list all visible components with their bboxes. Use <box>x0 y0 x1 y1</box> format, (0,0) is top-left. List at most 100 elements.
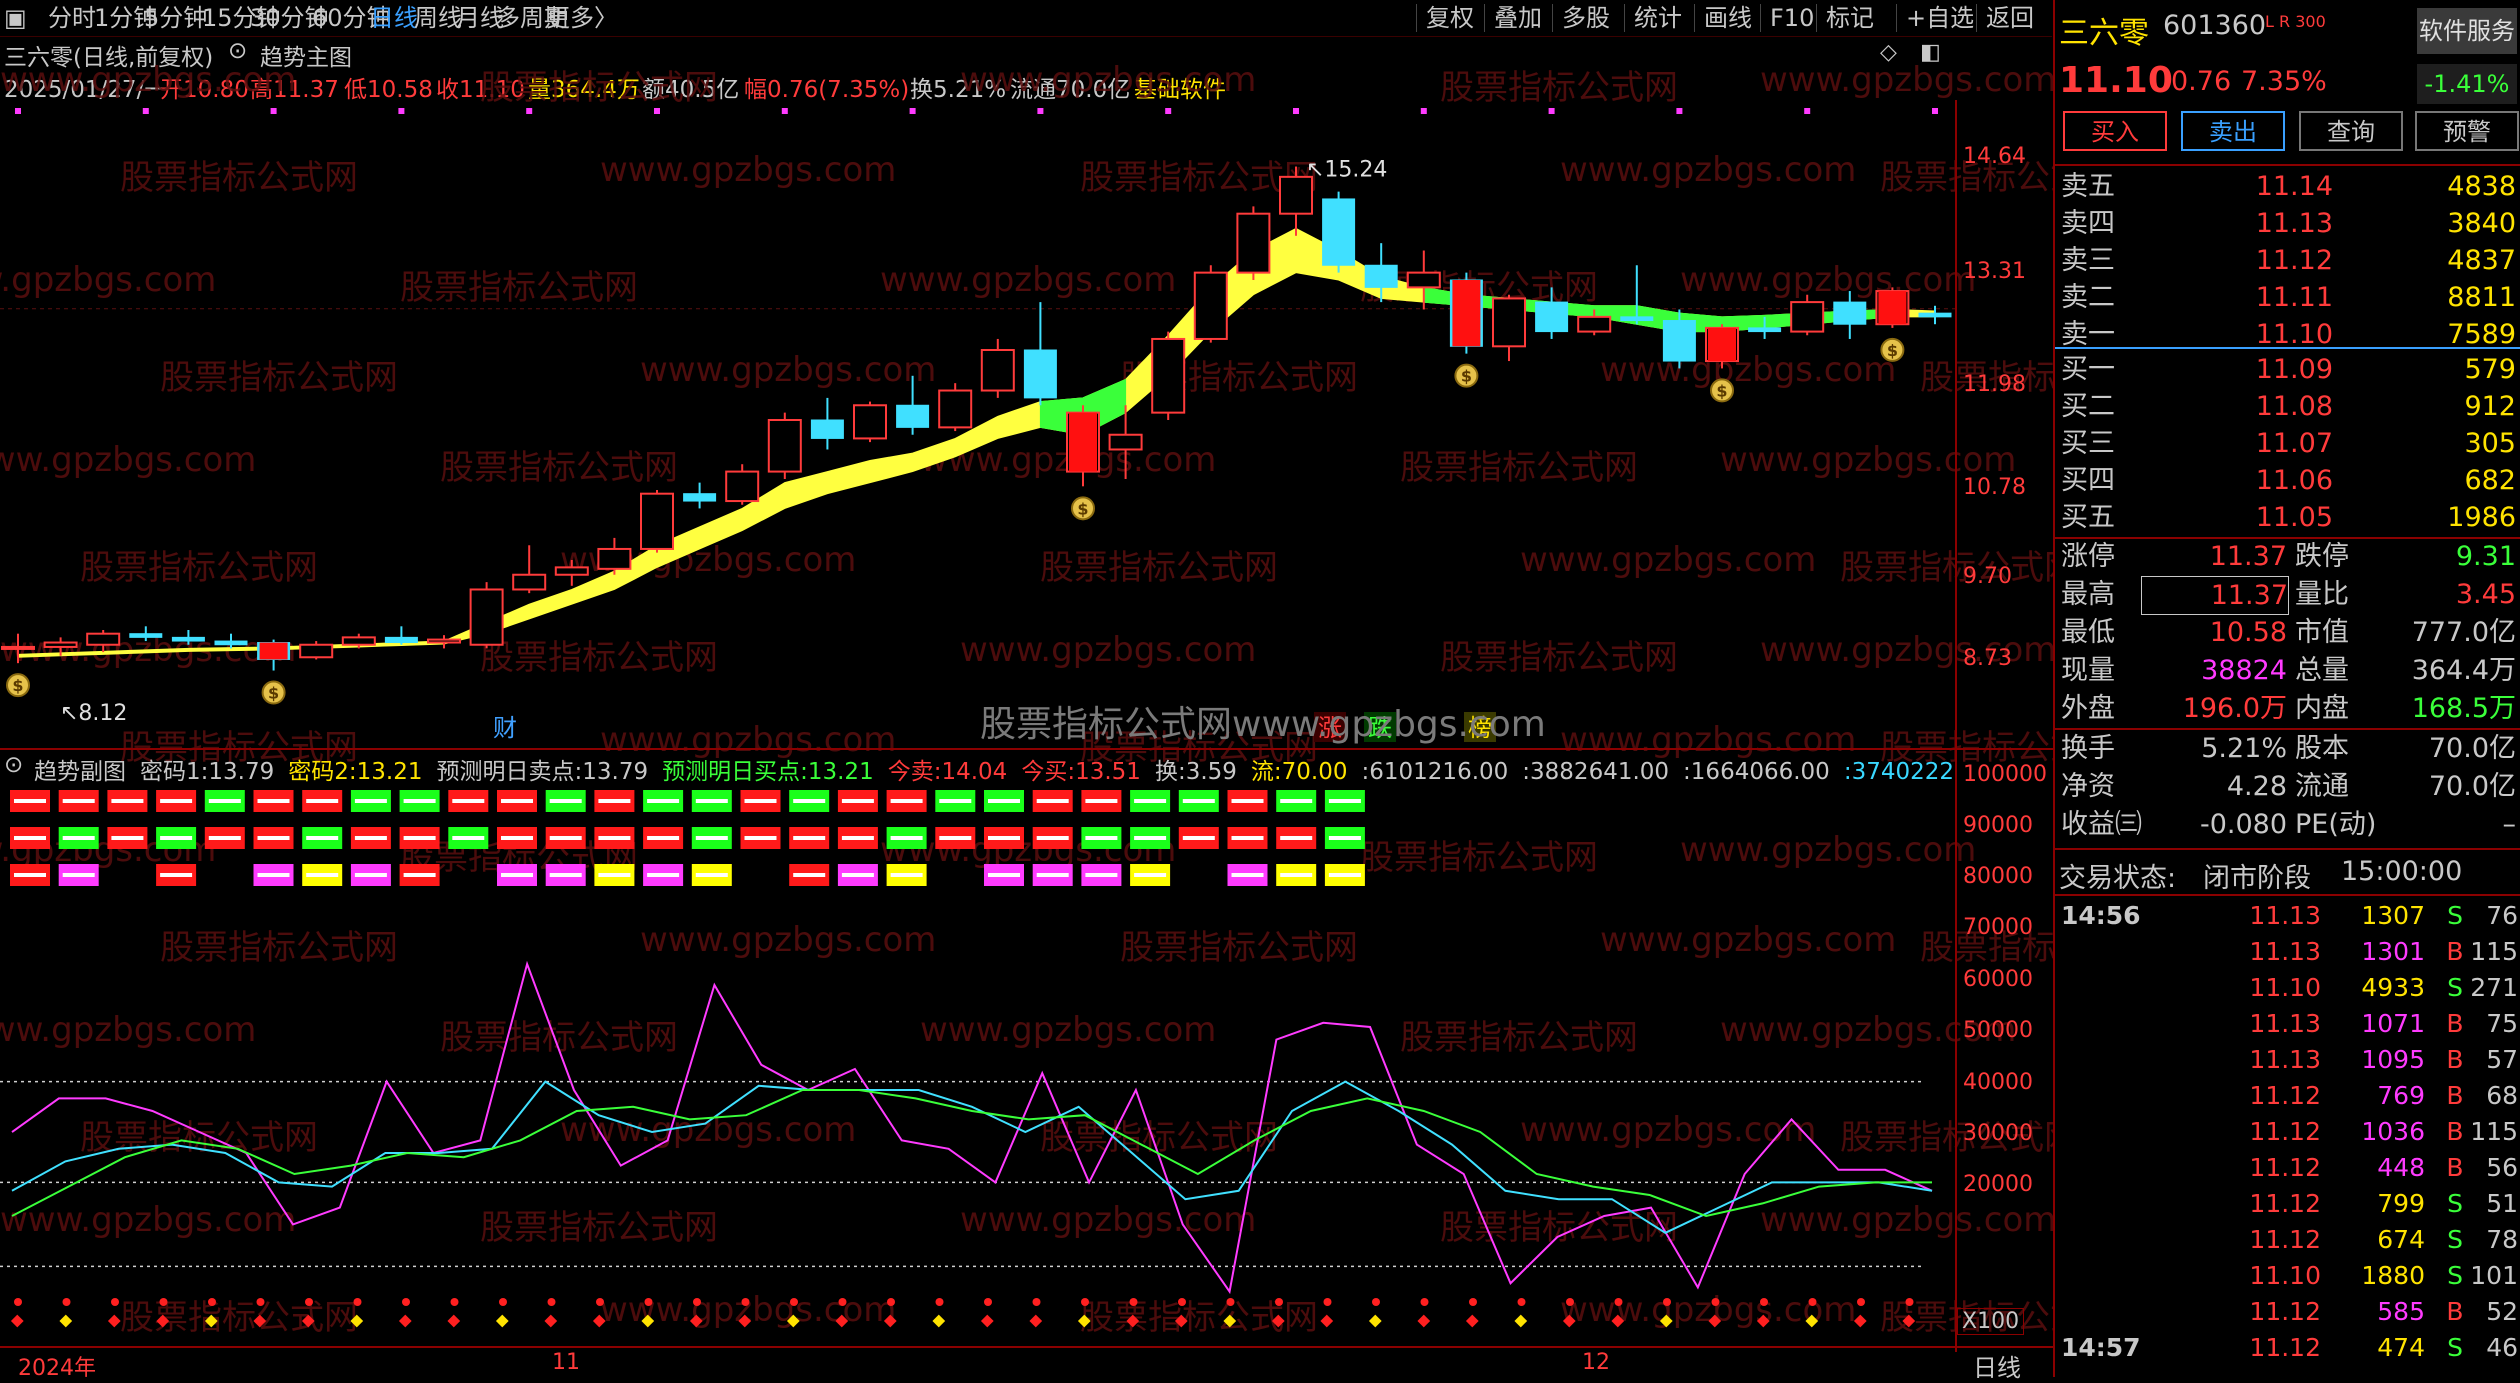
candle[interactable] <box>896 375 930 435</box>
svg-text:$: $ <box>1077 499 1088 518</box>
candle[interactable] <box>1023 302 1057 406</box>
ask-row: 卖三 11.12 4837 <box>2055 242 2520 279</box>
candle[interactable] <box>640 490 674 553</box>
toolbar-right-2[interactable]: 多股 <box>1562 0 1610 36</box>
toolbar-right-0[interactable]: 复权 <box>1426 0 1474 36</box>
candle[interactable] <box>1236 206 1271 280</box>
sector-button[interactable]: 软件服务 <box>2417 8 2517 54</box>
candle[interactable] <box>1790 294 1825 336</box>
tick-count: 115 <box>2470 937 2518 966</box>
toolbar-right-6[interactable]: 标记 <box>1826 0 1874 36</box>
osc-tick: 70000 <box>1963 915 2033 940</box>
bid-volume: 1986 <box>2447 502 2516 533</box>
toolbar-right-1[interactable]: 叠加 <box>1494 0 1542 36</box>
bottom-diamond <box>883 1314 897 1328</box>
center-watermark: 股票指标公式网www.gpzbgs.com <box>980 704 1546 745</box>
tick-price: 11.12 <box>2249 1081 2321 1110</box>
candle[interactable] <box>1322 191 1356 273</box>
main-candlestick-chart[interactable]: $ $$$$$↖15.24↖8.12财涨跌榜 <box>0 100 1955 750</box>
candle[interactable] <box>1833 291 1867 339</box>
toolbar-right-7[interactable]: +自选 <box>1906 0 1974 36</box>
candle[interactable] <box>384 626 418 645</box>
candle[interactable] <box>725 464 760 505</box>
alert-button[interactable]: 预警 <box>2415 111 2519 151</box>
stat-value: 5.21% <box>2201 733 2287 764</box>
candle[interactable] <box>299 641 334 660</box>
signal-dot <box>398 108 405 114</box>
bid-label: 买三 <box>2061 428 2115 459</box>
candle[interactable] <box>683 482 717 509</box>
candle[interactable] <box>512 545 547 594</box>
candle[interactable] <box>214 633 248 649</box>
bottom-diamond <box>932 1314 946 1328</box>
osc-line-green <box>11 1089 1932 1218</box>
candle[interactable] <box>853 401 887 443</box>
period-tab-6[interactable]: 日线 <box>370 0 418 36</box>
period-label[interactable]: 日线 <box>1973 1348 2021 1383</box>
candle[interactable] <box>767 412 802 479</box>
tick-price: 11.10 <box>2249 1261 2321 1290</box>
bottom-diamond <box>1271 1314 1285 1328</box>
candle[interactable] <box>554 560 589 586</box>
bid-row: 买四 11.06 682 <box>2055 462 2520 499</box>
signal-cell <box>1130 790 1171 812</box>
tick-count: 57 <box>2486 1045 2518 1074</box>
sub-indicator-dropdown-icon[interactable]: ⊙ <box>4 752 23 778</box>
bottom-diamond <box>253 1314 267 1328</box>
period-tab-2[interactable]: 5分钟 <box>144 0 207 36</box>
tick-count: 271 <box>2470 973 2518 1002</box>
period-tab-0[interactable]: 分时 <box>48 0 96 36</box>
stock-header: 三六零 601360 L R 300 软件服务 <box>2055 0 2520 56</box>
bottom-diamond <box>1514 1314 1528 1328</box>
signal-dot <box>1165 108 1172 114</box>
signal-cell <box>545 864 586 886</box>
period-tab-7[interactable]: 周线 <box>414 0 462 36</box>
toolbar-right-4[interactable]: 画线 <box>1704 0 1752 36</box>
candle[interactable] <box>810 397 844 450</box>
oscillator-chart[interactable] <box>0 782 1955 1352</box>
svg-text:$: $ <box>1461 367 1472 386</box>
candle[interactable] <box>1151 331 1186 420</box>
candle[interactable] <box>938 383 973 432</box>
signal-cell <box>350 864 391 886</box>
candle[interactable] <box>129 626 163 642</box>
candle[interactable] <box>469 582 504 649</box>
tick-list[interactable]: 14:56 11.13 1307 S 76 11.13 1301 B 115 11.10 4933 S… <box>2055 898 2520 1377</box>
bottom-diamond <box>495 1314 509 1328</box>
candle[interactable] <box>86 630 121 653</box>
tick-side: B <box>2446 1009 2464 1038</box>
buy-button[interactable]: 买入 <box>2063 111 2167 151</box>
toolbar-right-8[interactable]: 返回 <box>1986 0 2034 36</box>
tick-count: 51 <box>2486 1189 2518 1218</box>
candle[interactable] <box>597 537 632 575</box>
bottom-dot <box>596 1298 604 1306</box>
toolbar-right-5[interactable]: F10 <box>1770 0 1814 36</box>
candle[interactable] <box>1193 265 1228 343</box>
osc-tick: 40000 <box>1963 1070 2033 1095</box>
signal-cell <box>1032 864 1073 886</box>
bottom-diamond <box>301 1314 315 1328</box>
toolbar-right-3[interactable]: 统计 <box>1634 0 1682 36</box>
bid-row: 买二 11.08 912 <box>2055 388 2520 425</box>
sub-item-value: 13.21 <box>356 759 423 782</box>
bottom-dot <box>741 1298 750 1306</box>
signal-cell <box>302 790 343 812</box>
candle[interactable] <box>171 630 205 645</box>
sub-indicator-name[interactable]: 趋势副图 <box>34 752 126 782</box>
signal-cell <box>594 827 635 849</box>
candle[interactable] <box>1 633 35 664</box>
query-button[interactable]: 查询 <box>2299 111 2403 151</box>
signal-cell <box>204 790 245 812</box>
stat-label: 量比 <box>2295 579 2349 610</box>
money-bag-icon: $ <box>1454 363 1479 388</box>
candle[interactable] <box>1535 287 1569 339</box>
candle[interactable] <box>980 338 1015 398</box>
sell-button[interactable]: 卖出 <box>2181 111 2285 151</box>
sub-item-value: 13.51 <box>1075 759 1141 782</box>
window-menu-icon[interactable]: ▣ <box>4 0 27 36</box>
bid-row: 买三 11.07 305 <box>2055 425 2520 462</box>
candle[interactable] <box>1492 294 1526 362</box>
limit-up-candle <box>1452 280 1481 347</box>
period-tab-10[interactable]: 更多〉 <box>546 0 618 36</box>
bid-volume: 682 <box>2464 465 2516 496</box>
